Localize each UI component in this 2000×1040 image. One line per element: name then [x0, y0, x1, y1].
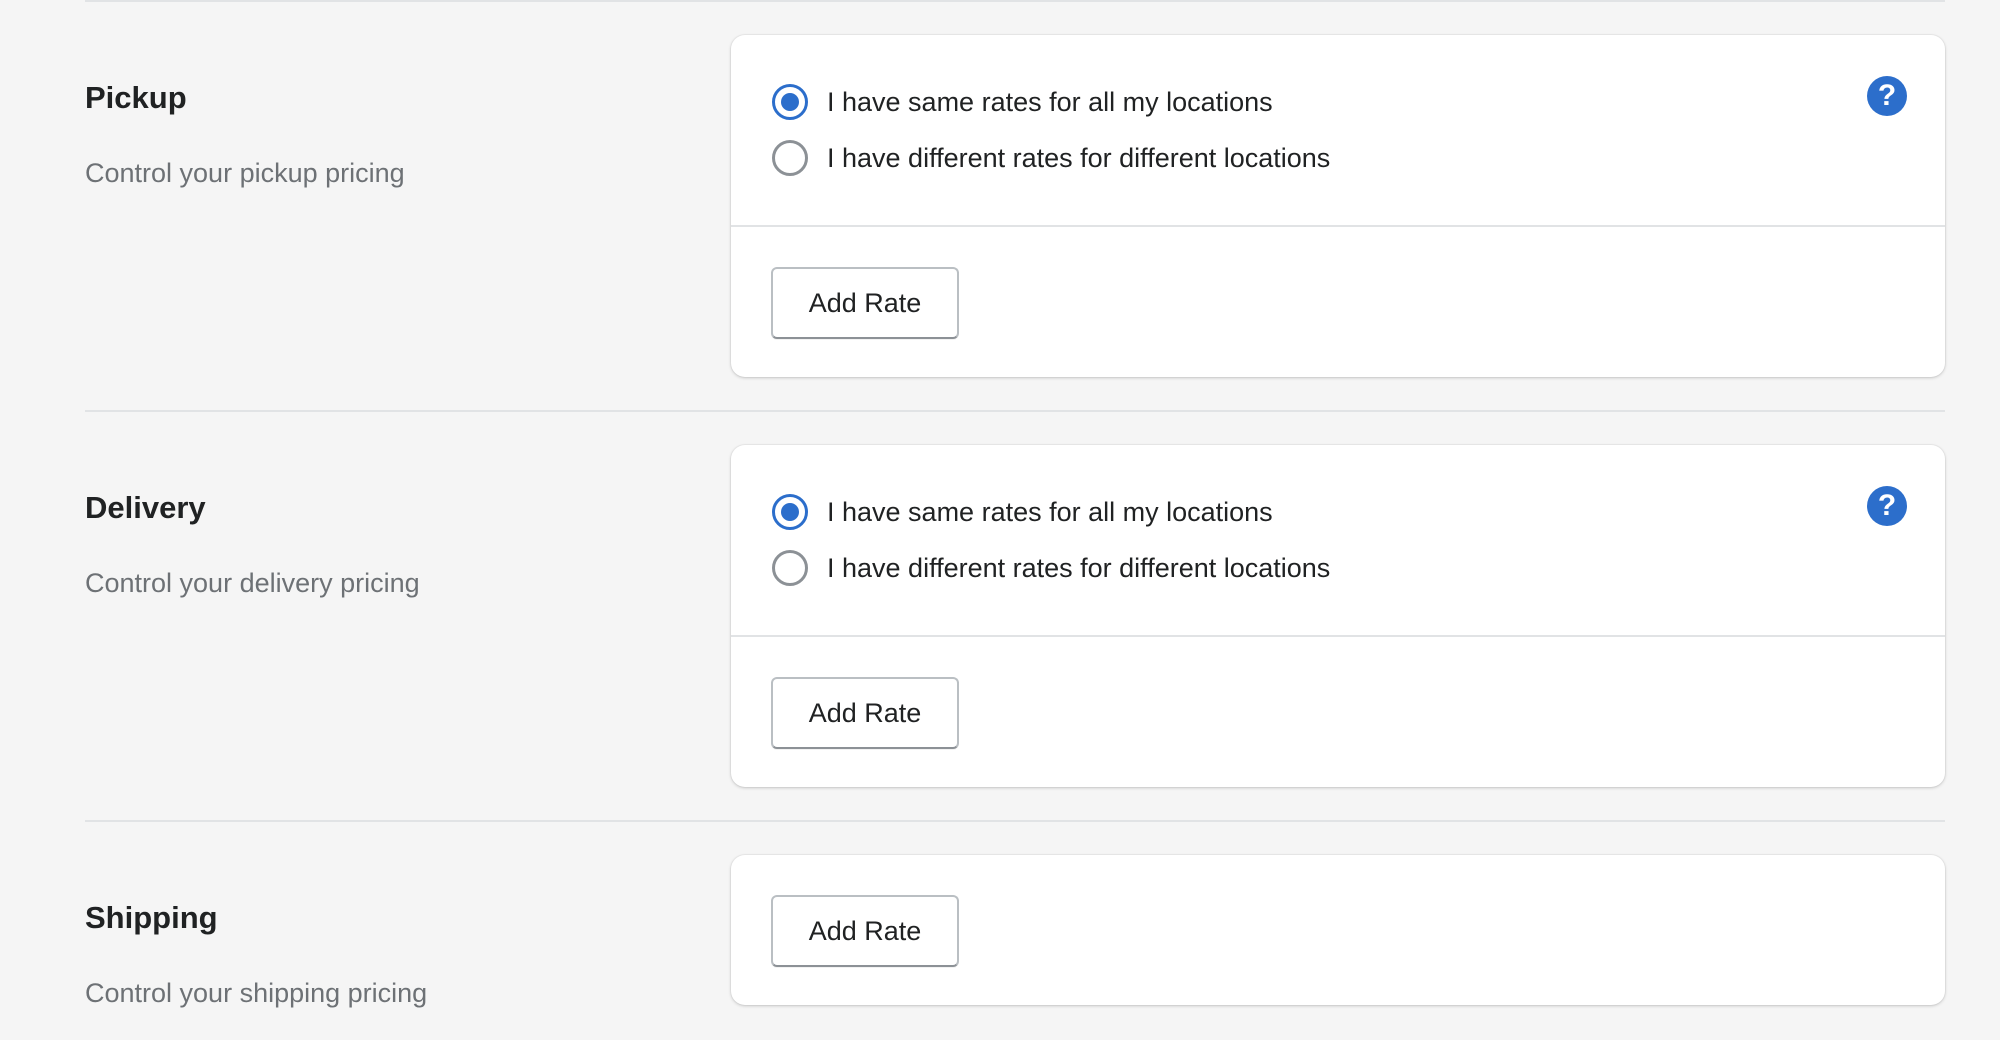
shipping-add-rate-button[interactable]: Add Rate — [771, 895, 959, 967]
delivery-section-description: Control your delivery pricing — [85, 568, 420, 598]
section-divider — [85, 410, 1945, 412]
pickup-option-same-rates[interactable]: I have same rates for all my locations — [772, 84, 1273, 120]
delivery-section-title: Delivery — [85, 490, 206, 525]
delivery-option-same-rates[interactable]: I have same rates for all my locations — [772, 494, 1273, 530]
pickup-radio-different-rates[interactable] — [772, 140, 808, 176]
shipping-rates-page: Pickup Control your pickup pricing I hav… — [0, 0, 2000, 1040]
delivery-radio-same-rates[interactable] — [772, 494, 808, 530]
card-divider — [731, 225, 1945, 227]
pickup-section-title: Pickup — [85, 80, 187, 115]
pickup-radio-same-rates[interactable] — [772, 84, 808, 120]
question-mark-icon[interactable]: ? — [1867, 486, 1907, 526]
section-divider — [85, 0, 1945, 2]
shipping-section-title: Shipping — [85, 900, 218, 935]
delivery-card: I have same rates for all my locations I… — [731, 445, 1945, 787]
question-mark-icon[interactable]: ? — [1867, 76, 1907, 116]
delivery-option-different-rates[interactable]: I have different rates for different loc… — [772, 550, 1330, 586]
pickup-section-description: Control your pickup pricing — [85, 158, 405, 188]
delivery-option-same-rates-label: I have same rates for all my locations — [827, 496, 1273, 527]
pickup-option-different-rates[interactable]: I have different rates for different loc… — [772, 140, 1330, 176]
delivery-option-different-rates-label: I have different rates for different loc… — [827, 552, 1331, 583]
pickup-option-different-rates-label: I have different rates for different loc… — [827, 142, 1331, 173]
delivery-add-rate-button[interactable]: Add Rate — [771, 677, 959, 749]
delivery-radio-different-rates[interactable] — [772, 550, 808, 586]
section-divider — [85, 820, 1945, 822]
pickup-option-same-rates-label: I have same rates for all my locations — [827, 86, 1273, 117]
card-divider — [731, 635, 1945, 637]
shipping-card: Add Rate — [731, 855, 1945, 1005]
pickup-add-rate-button[interactable]: Add Rate — [771, 267, 959, 339]
shipping-section-description: Control your shipping pricing — [85, 978, 428, 1008]
pickup-card: I have same rates for all my locations I… — [731, 35, 1945, 377]
